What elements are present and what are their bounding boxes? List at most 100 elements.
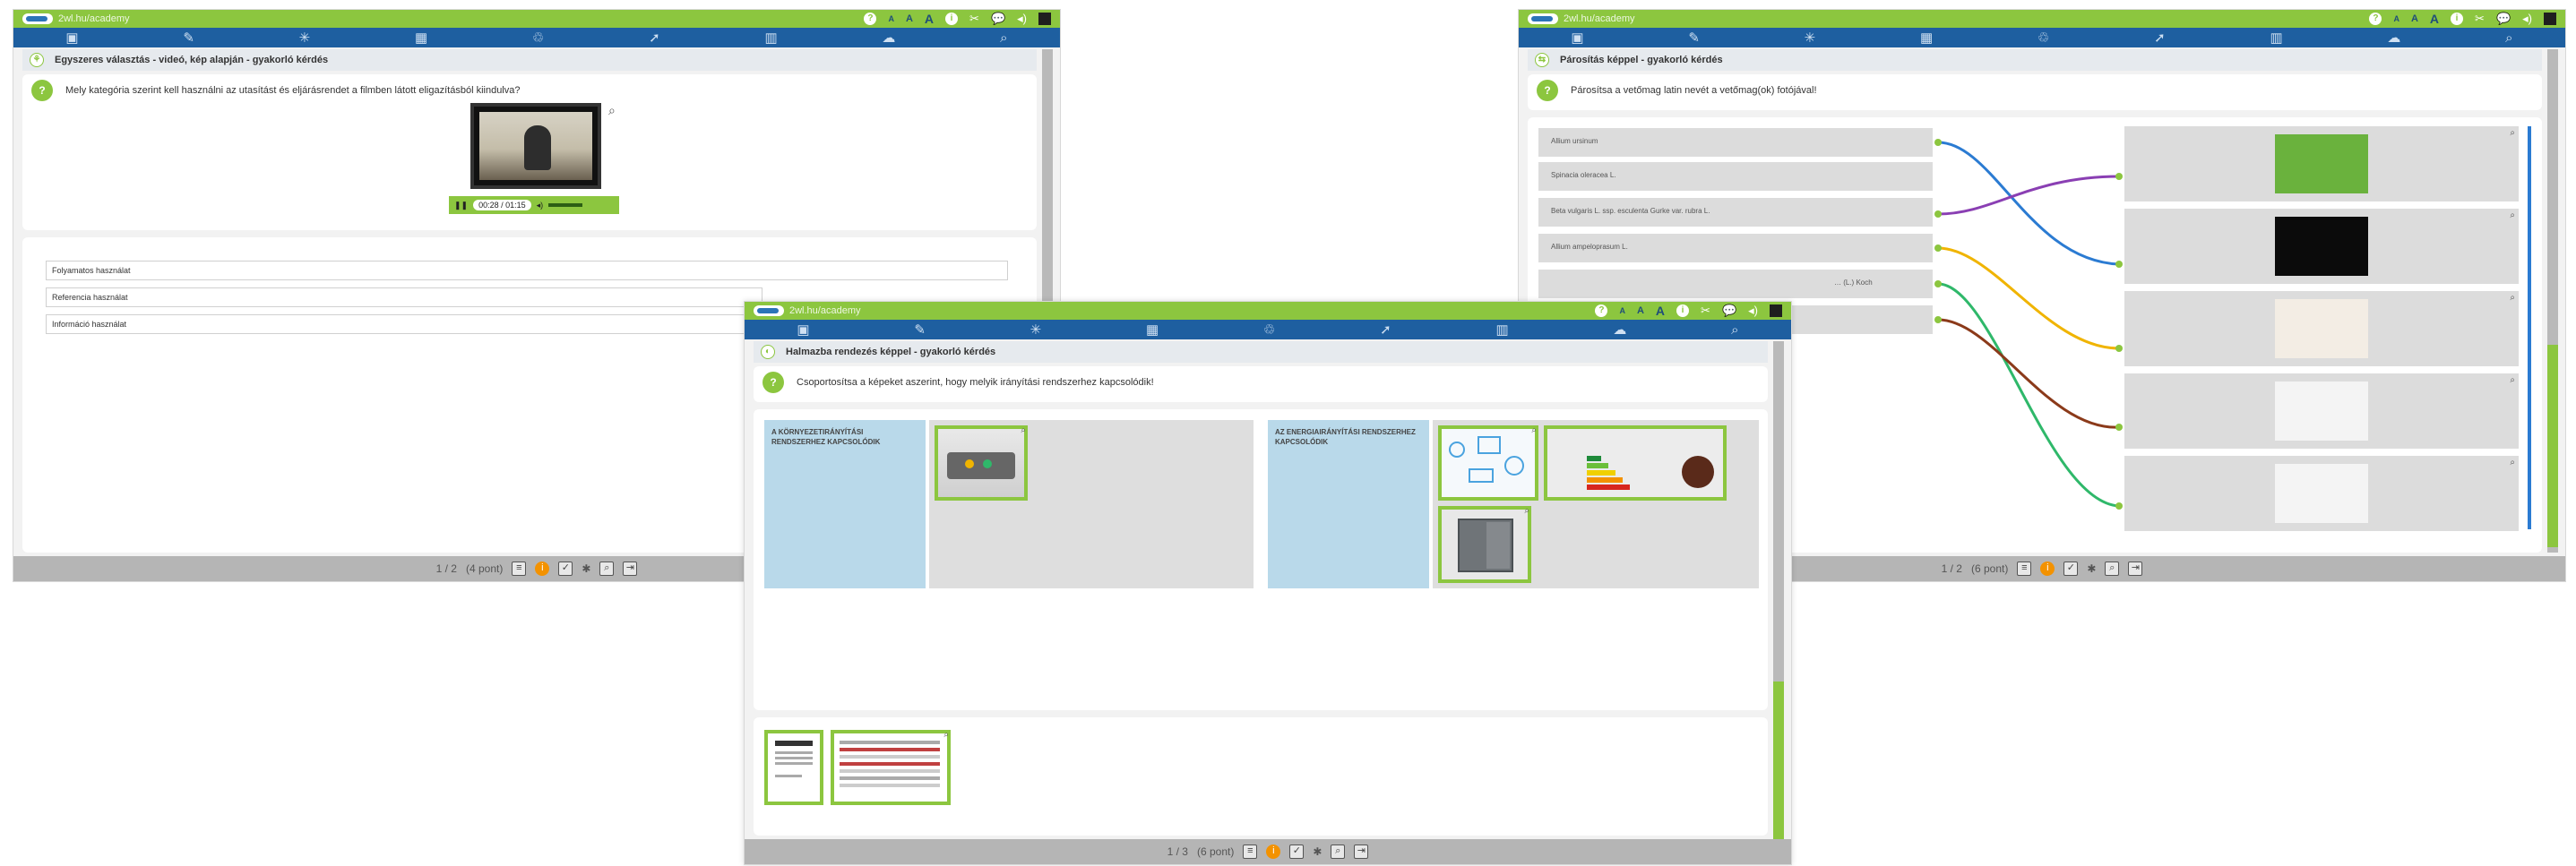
match-handle[interactable] [1934, 280, 1942, 287]
volume-slider[interactable] [548, 203, 583, 207]
font-large-icon[interactable]: A [1656, 304, 1665, 318]
draggable-image[interactable] [1544, 425, 1727, 501]
answer-option[interactable]: Referencia használat [46, 287, 762, 307]
match-handle[interactable] [1934, 316, 1942, 323]
seed-image[interactable]: ⌕ [2124, 456, 2519, 531]
nav-asterisk-icon[interactable]: ✳ [1030, 322, 1042, 338]
nav-grid-icon[interactable]: ▦ [1146, 322, 1159, 338]
magnifier-icon[interactable]: ⌕ [2105, 562, 2120, 576]
video-player[interactable] [470, 103, 601, 189]
app-logo[interactable]: 2wl.hu/academy [22, 13, 130, 24]
drop-zone-environment[interactable]: ⌕ [929, 420, 1254, 588]
nav-recycle-icon[interactable]: ♲ [532, 30, 544, 46]
info-icon[interactable]: i [945, 13, 959, 25]
check-icon[interactable]: ✓ [558, 562, 573, 576]
list-icon[interactable]: ≡ [512, 562, 527, 576]
contrast-icon[interactable] [1038, 13, 1051, 25]
draggable-image[interactable]: ⌕ [1438, 506, 1531, 583]
nav-chat-icon[interactable]: ☁ [2387, 30, 2400, 46]
font-small-icon[interactable]: A [1619, 306, 1625, 315]
zoom-icon[interactable]: ⌕ [2510, 293, 2515, 303]
list-icon[interactable]: ≡ [1243, 845, 1258, 859]
check-icon[interactable]: ✓ [2063, 562, 2079, 576]
contrast-icon[interactable] [1770, 304, 1782, 317]
nav-asterisk-icon[interactable]: ✳ [1805, 30, 1816, 46]
nav-grid-icon[interactable]: ▦ [415, 30, 427, 46]
nav-chat-icon[interactable]: ☁ [1613, 322, 1626, 338]
answer-option[interactable]: Folyamatos használat [46, 261, 1008, 280]
nav-book-icon[interactable]: ▣ [1571, 30, 1583, 46]
cut-icon[interactable]: ✂ [1701, 304, 1710, 318]
list-icon[interactable]: ≡ [2017, 562, 2032, 576]
seed-image[interactable]: ⌕ [2124, 373, 2519, 449]
pin-icon[interactable]: ✱ [2087, 562, 2096, 575]
chat-icon[interactable]: 💬 [991, 12, 1005, 26]
sound-icon[interactable]: ◂) [1748, 304, 1758, 318]
app-logo[interactable]: 2wl.hu/academy [1528, 13, 1635, 24]
match-handle[interactable] [2115, 173, 2123, 180]
zoom-icon[interactable]: ⌕ [608, 103, 616, 118]
help-icon[interactable]: ? [1595, 304, 1608, 317]
match-handle[interactable] [2115, 502, 2123, 510]
draggable-image[interactable]: ⌕ [1438, 425, 1538, 501]
scrollbar[interactable] [1773, 341, 1784, 864]
exit-icon[interactable]: ⇥ [2128, 562, 2143, 576]
info-icon[interactable]: i [1676, 304, 1690, 317]
zoom-icon[interactable]: ⌕ [2510, 458, 2515, 467]
magnifier-icon[interactable]: ⌕ [599, 562, 615, 576]
scrollbar-thumb[interactable] [2547, 345, 2558, 547]
zoom-icon[interactable]: ⌕ [2510, 375, 2515, 385]
chat-icon[interactable]: 💬 [2496, 12, 2511, 26]
cut-icon[interactable]: ✂ [2475, 12, 2485, 26]
volume-icon[interactable]: ◂) [537, 201, 544, 210]
inner-scrollbar[interactable] [2528, 126, 2531, 529]
nav-pencil-icon[interactable]: ✎ [914, 322, 926, 338]
info-icon[interactable]: i [1266, 845, 1281, 859]
match-handle[interactable] [1934, 244, 1942, 252]
help-icon[interactable]: ? [2369, 13, 2382, 25]
info-icon[interactable]: i [2040, 562, 2055, 576]
magnifier-icon[interactable]: ⌕ [1331, 845, 1346, 859]
zoom-icon[interactable]: ⌕ [1021, 425, 1026, 435]
nav-recycle-icon[interactable]: ♲ [2038, 30, 2049, 46]
match-handle[interactable] [2115, 345, 2123, 352]
font-medium-icon[interactable]: A [2411, 13, 2418, 24]
font-large-icon[interactable]: A [925, 12, 934, 26]
exit-icon[interactable]: ⇥ [1354, 845, 1369, 859]
nav-arrow-icon[interactable]: ➚ [649, 30, 660, 46]
nav-recycle-icon[interactable]: ♲ [1263, 322, 1275, 338]
draggable-image[interactable]: ⌕ [935, 425, 1028, 501]
scrollbar[interactable] [2547, 49, 2558, 553]
nav-arrow-icon[interactable]: ➚ [2154, 30, 2166, 46]
font-small-icon[interactable]: A [2393, 14, 2399, 23]
font-medium-icon[interactable]: A [1637, 305, 1644, 316]
exit-icon[interactable]: ⇥ [623, 562, 638, 576]
info-icon[interactable]: i [2451, 13, 2464, 25]
zoom-icon[interactable]: ⌕ [2510, 128, 2515, 138]
nav-chart-icon[interactable]: ▥ [2270, 30, 2282, 46]
nav-grid-icon[interactable]: ▦ [1920, 30, 1933, 46]
nav-asterisk-icon[interactable]: ✳ [299, 30, 311, 46]
drop-zone-energy[interactable]: ⌕ ⌕ [1433, 420, 1759, 588]
zoom-icon[interactable]: ⌕ [943, 730, 949, 740]
check-icon[interactable]: ✓ [1289, 845, 1305, 859]
app-logo[interactable]: 2wl.hu/academy [754, 305, 861, 316]
cut-icon[interactable]: ✂ [969, 12, 979, 26]
info-icon[interactable]: i [535, 562, 550, 576]
nav-chat-icon[interactable]: ☁ [882, 30, 895, 46]
draggable-image[interactable]: ⌕ [831, 730, 951, 805]
match-handle[interactable] [1934, 210, 1942, 218]
answer-option[interactable]: Információ használat [46, 314, 762, 334]
sound-icon[interactable]: ◂) [1017, 12, 1027, 26]
match-handle[interactable] [2115, 261, 2123, 268]
nav-pencil-icon[interactable]: ✎ [183, 30, 194, 46]
match-handle[interactable] [2115, 424, 2123, 431]
seed-image[interactable]: ⌕ [2124, 209, 2519, 284]
chat-icon[interactable]: 💬 [1722, 304, 1736, 318]
pause-icon[interactable]: ❚❚ [454, 201, 468, 210]
zoom-icon[interactable]: ⌕ [2510, 210, 2515, 220]
nav-pencil-icon[interactable]: ✎ [1688, 30, 1700, 46]
seed-image[interactable]: ⌕ [2124, 126, 2519, 201]
pin-icon[interactable]: ✱ [582, 562, 590, 575]
font-small-icon[interactable]: A [888, 14, 894, 23]
